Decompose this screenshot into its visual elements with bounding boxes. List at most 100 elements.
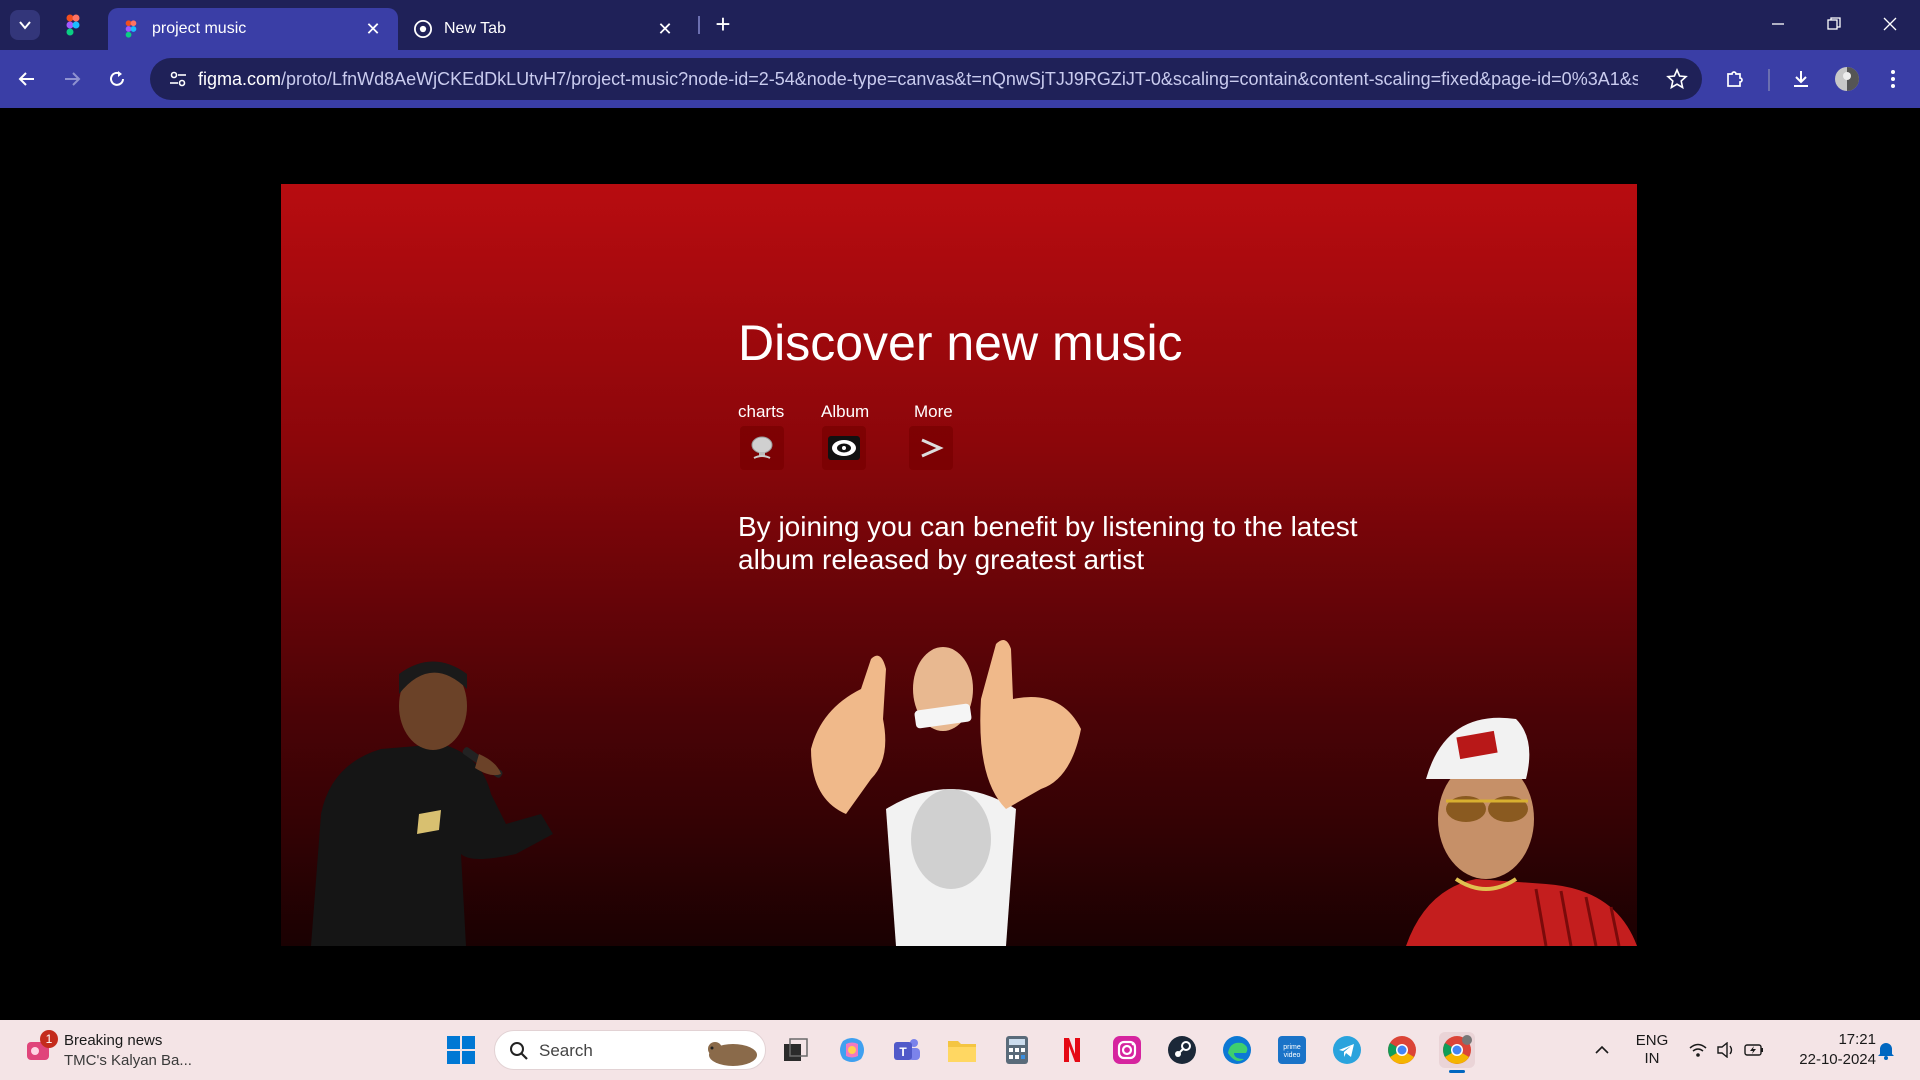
minimize-button[interactable] xyxy=(1758,6,1798,42)
menu-button[interactable] xyxy=(1876,62,1910,96)
task-view-button[interactable] xyxy=(778,1032,814,1068)
profile-avatar[interactable] xyxy=(1830,62,1864,96)
wifi-icon xyxy=(1689,1043,1707,1057)
prototype-frame: Discover new music charts Album More By … xyxy=(281,184,1637,946)
battery-charging-icon xyxy=(1744,1044,1763,1056)
artist-photo-rapper-with-microphone xyxy=(311,661,553,946)
search-icon xyxy=(510,1042,528,1060)
netflix-app[interactable] xyxy=(1054,1032,1090,1068)
new-tab-button[interactable]: + xyxy=(708,10,738,40)
reload-icon xyxy=(110,71,124,86)
news-title: Breaking news xyxy=(64,1032,163,1049)
copilot-icon xyxy=(840,1038,864,1062)
chrome-icon xyxy=(1388,1036,1416,1064)
url-text[interactable]: figma.com/proto/LfnWd8AeWjCKEdDkLUtvH7/p… xyxy=(198,69,1638,90)
microphone-icon xyxy=(751,436,773,459)
tab-strip: project music ✕ New Tab ✕ + xyxy=(0,0,1920,50)
url-path: /proto/LfnWd8AeWjCKEdDkLUtvH7/project-mu… xyxy=(281,68,1638,89)
clock[interactable]: 17:21 22-10-2024 xyxy=(1776,1030,1876,1070)
page-viewport: Discover new music charts Album More By … xyxy=(0,108,1920,1020)
instagram-icon xyxy=(1113,1036,1141,1064)
search-label: Search xyxy=(539,1041,593,1060)
star-icon xyxy=(1666,67,1688,90)
category-label-more: More xyxy=(914,402,953,421)
edge-app[interactable] xyxy=(1219,1032,1255,1068)
calculator-app[interactable] xyxy=(999,1032,1035,1068)
task-view-icon xyxy=(784,1038,808,1061)
volume-icon xyxy=(1717,1042,1733,1058)
region-code: IN xyxy=(1644,1050,1660,1067)
show-hidden-icons-button[interactable] xyxy=(1584,1032,1620,1068)
chevron-up-icon xyxy=(1595,1045,1609,1054)
news-widget[interactable]: 1 Breaking news TMC's Kalyan Ba... xyxy=(20,1030,220,1070)
reload-button[interactable] xyxy=(100,62,134,96)
back-button[interactable] xyxy=(10,62,44,96)
teams-app[interactable]: T xyxy=(889,1032,925,1068)
bookmark-star-button[interactable] xyxy=(1666,67,1688,90)
svg-text:prime: prime xyxy=(1283,1044,1301,1051)
language-indicator[interactable]: ENG IN xyxy=(1630,1032,1674,1068)
browser-toolbar: figma.com/proto/LfnWd8AeWjCKEdDkLUtvH7/p… xyxy=(0,50,1920,108)
close-icon[interactable]: ✕ xyxy=(654,18,676,40)
tab-search-button[interactable] xyxy=(10,10,40,40)
tab-project-music[interactable]: project music ✕ xyxy=(108,8,398,50)
prime-video-app[interactable]: prime video xyxy=(1274,1032,1310,1068)
folder-icon xyxy=(948,1041,976,1062)
language-code: ENG xyxy=(1635,1032,1669,1049)
close-window-button[interactable] xyxy=(1870,6,1910,42)
svg-text:video: video xyxy=(1284,1052,1301,1059)
wombat-illustration-icon xyxy=(708,1042,757,1066)
notifications-button[interactable] xyxy=(1868,1032,1904,1068)
downloads-button[interactable] xyxy=(1784,62,1818,96)
avatar-icon xyxy=(1835,67,1859,91)
chrome-icon xyxy=(414,20,432,38)
taskbar-search[interactable]: Search xyxy=(494,1030,766,1070)
netflix-icon xyxy=(1064,1038,1080,1062)
telegram-app[interactable] xyxy=(1329,1032,1365,1068)
chrome-app[interactable] xyxy=(1384,1032,1420,1068)
system-status-button[interactable] xyxy=(1684,1032,1768,1068)
copilot-app[interactable] xyxy=(834,1032,870,1068)
charts-button[interactable] xyxy=(740,426,784,470)
restore-icon xyxy=(1827,17,1841,30)
album-button[interactable] xyxy=(822,426,866,470)
address-bar[interactable]: figma.com/proto/LfnWd8AeWjCKEdDkLUtvH7/p… xyxy=(150,58,1702,100)
url-host: figma.com xyxy=(198,68,282,89)
arrow-left-icon xyxy=(18,72,34,86)
tune-icon xyxy=(170,71,186,87)
prime-video-icon: primevideo xyxy=(1278,1036,1306,1064)
extensions-button[interactable] xyxy=(1718,62,1752,96)
start-button[interactable] xyxy=(443,1032,479,1068)
restore-button[interactable] xyxy=(1814,6,1854,42)
chevron-down-icon xyxy=(19,21,31,30)
tab-title: project music xyxy=(152,20,247,37)
file-explorer-app[interactable] xyxy=(944,1032,980,1068)
steam-app[interactable] xyxy=(1164,1032,1200,1068)
steam-icon xyxy=(1168,1036,1196,1064)
figma-icon xyxy=(125,20,137,38)
close-icon[interactable]: ✕ xyxy=(362,18,384,40)
clock-date: 22-10-2024 xyxy=(1799,1051,1876,1068)
windows-icon xyxy=(447,1036,475,1064)
tab-divider xyxy=(698,16,700,34)
svg-text:T: T xyxy=(899,1045,907,1059)
taskbar: 1 Breaking news TMC's Kalyan Ba... Searc… xyxy=(0,1020,1920,1080)
chrome-profile-app-active[interactable] xyxy=(1439,1032,1475,1073)
calculator-icon xyxy=(1006,1036,1028,1064)
site-info-button[interactable] xyxy=(158,58,198,100)
vinyl-disc-icon xyxy=(828,436,860,460)
edge-icon xyxy=(1223,1036,1251,1064)
tab-new-tab[interactable]: New Tab ✕ xyxy=(400,8,690,50)
clock-time: 17:21 xyxy=(1838,1031,1876,1048)
teams-icon: T xyxy=(894,1039,920,1060)
instagram-app[interactable] xyxy=(1109,1032,1145,1068)
toolbar-divider xyxy=(1768,69,1770,91)
notification-badge: 1 xyxy=(40,1030,58,1048)
more-button[interactable] xyxy=(909,426,953,470)
download-icon xyxy=(1794,71,1808,87)
page-description: By joining you can benefit by listening … xyxy=(738,511,1358,575)
pinned-tab-figma[interactable] xyxy=(62,14,84,36)
figma-icon xyxy=(66,14,80,36)
forward-button[interactable] xyxy=(55,62,89,96)
more-vert-icon xyxy=(1891,70,1895,88)
